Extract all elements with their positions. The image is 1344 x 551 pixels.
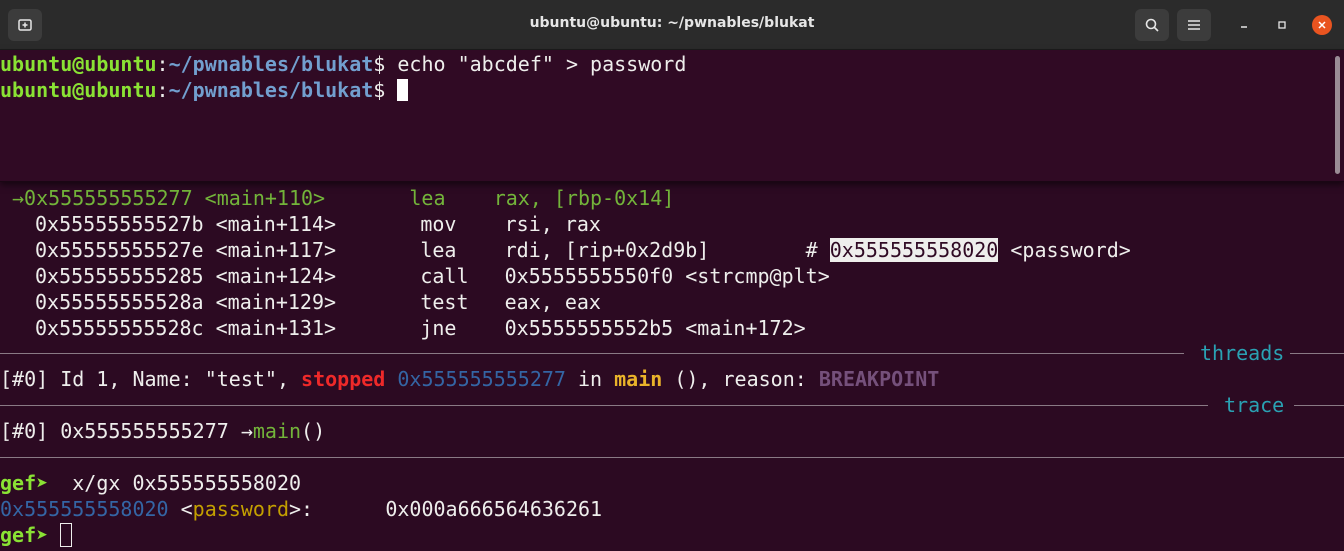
hamburger-icon bbox=[1188, 20, 1200, 30]
disasm-row: 0x55555555527b <main+114> mov rsi, rax bbox=[35, 212, 601, 236]
title-bar: ubuntu@ubuntu: ~/pwnables/blukat bbox=[0, 0, 1344, 50]
threads-separator bbox=[0, 353, 1184, 354]
search-button[interactable] bbox=[1135, 9, 1169, 41]
disasm-row: →0x555555555277 <main+110> lea rax, [rbp… bbox=[12, 186, 675, 210]
gef-command-line: gef➤ x/gx 0x555555558020 bbox=[0, 471, 302, 495]
selected-address: 0x555555558020 bbox=[829, 238, 999, 262]
menu-button[interactable] bbox=[1177, 9, 1211, 41]
minimize-button[interactable] bbox=[1234, 15, 1254, 35]
cursor bbox=[60, 523, 73, 547]
thread-row: [#0] Id 1, Name: "test", stopped 0x55555… bbox=[0, 367, 940, 391]
current-instruction-arrow: → bbox=[12, 186, 25, 210]
context-end-separator bbox=[0, 457, 1344, 458]
gef-output-line: 0x555555558020 <password>: 0x000a6665646… bbox=[0, 497, 603, 521]
cursor bbox=[397, 79, 409, 101]
disasm-row: 0x555555555285 <main+124> call 0x5555555… bbox=[35, 264, 830, 288]
disasm-row: 0x55555555528c <main+131> jne 0x55555555… bbox=[35, 316, 806, 340]
trace-separator-right bbox=[1294, 405, 1344, 406]
gef-input-line[interactable]: gef➤ bbox=[0, 522, 73, 548]
minimize-icon bbox=[1241, 26, 1247, 28]
search-icon bbox=[1145, 18, 1159, 32]
shell-input-line[interactable]: ubuntu@ubuntu:~/pwnables/blukat$ bbox=[0, 77, 409, 103]
close-icon bbox=[1318, 21, 1326, 29]
disasm-row: 0x55555555528a <main+129> test eax, eax bbox=[35, 290, 601, 314]
gef-prompt: gef➤ bbox=[0, 523, 49, 547]
shell-line: ubuntu@ubuntu:~/pwnables/blukat$ echo "a… bbox=[0, 52, 687, 76]
trace-header: trace bbox=[1224, 393, 1285, 417]
close-button[interactable] bbox=[1312, 15, 1332, 35]
threads-separator-right bbox=[1290, 353, 1344, 354]
gef-terminal[interactable]: →0x555555555277 <main+110> lea rax, [rbp… bbox=[0, 181, 1344, 551]
scrollbar[interactable] bbox=[1335, 56, 1340, 174]
maximize-button[interactable] bbox=[1272, 15, 1292, 35]
shell-terminal[interactable]: ubuntu@ubuntu:~/pwnables/blukat$ echo "a… bbox=[0, 50, 1344, 182]
trace-separator bbox=[0, 405, 1208, 406]
thread-status: stopped bbox=[301, 367, 386, 391]
threads-header: threads bbox=[1200, 341, 1285, 365]
gef-prompt: gef➤ bbox=[0, 471, 49, 495]
disasm-row: 0x55555555527e <main+117> lea rdi, [rip+… bbox=[35, 238, 1131, 262]
maximize-icon bbox=[1278, 21, 1286, 29]
trace-row: [#0] 0x555555555277 →main() bbox=[0, 419, 326, 443]
